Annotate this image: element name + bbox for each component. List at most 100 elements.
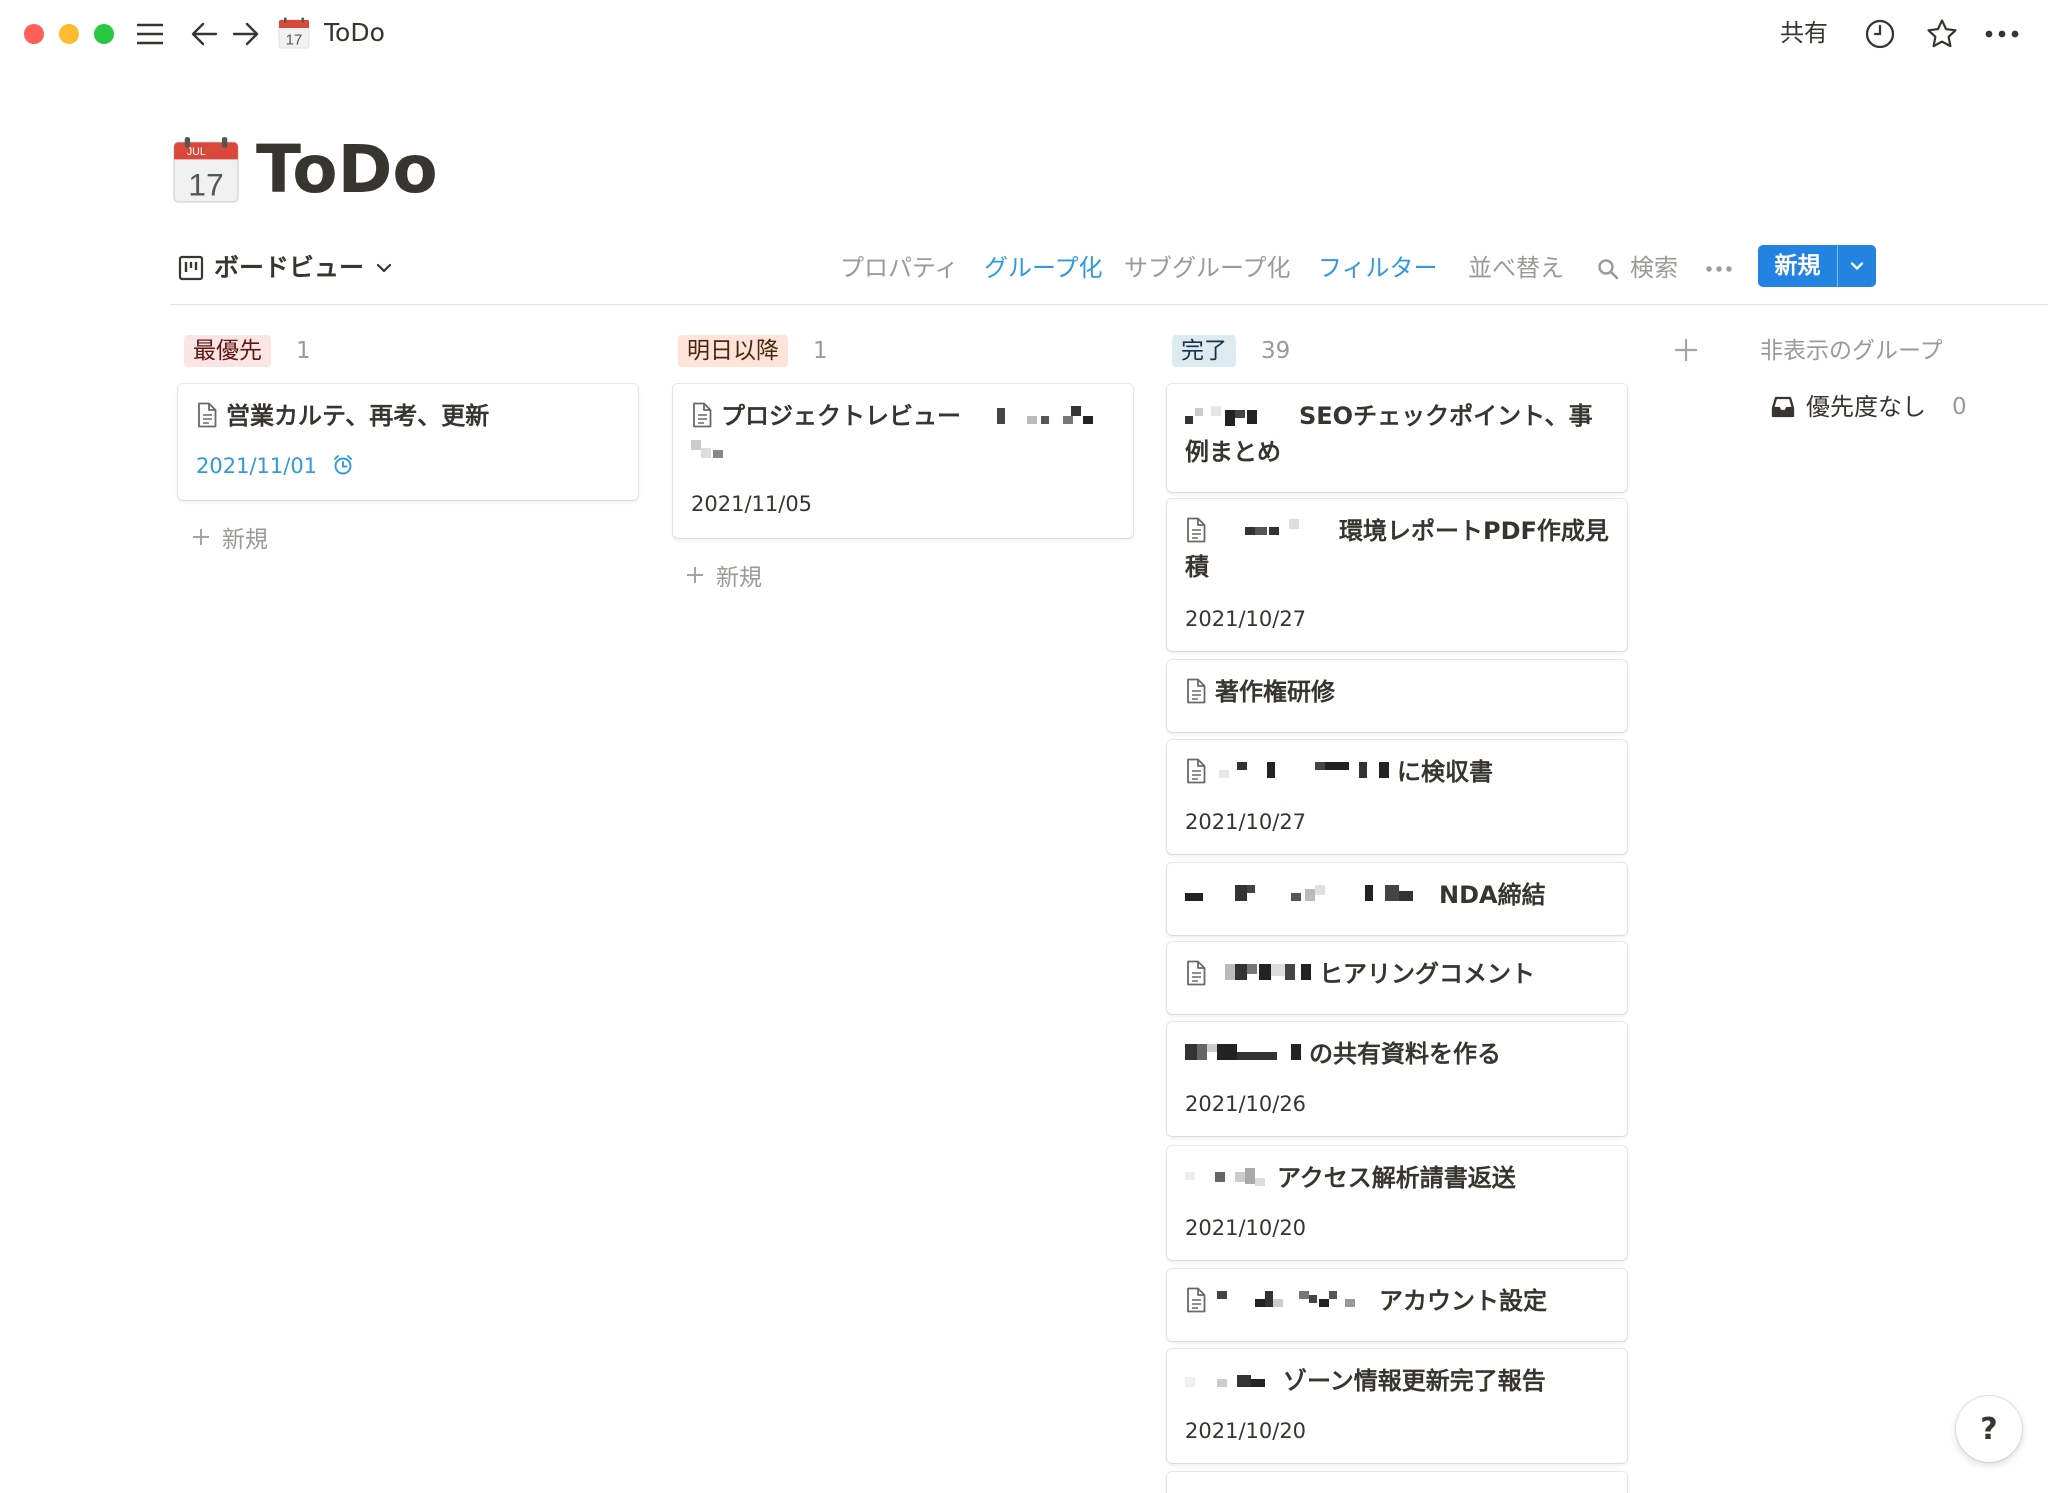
redacted-text	[997, 406, 1094, 424]
back-arrow-icon[interactable]	[186, 14, 222, 54]
help-button[interactable]: ?	[1956, 1396, 2022, 1462]
view-name: ボードビュー	[214, 253, 365, 282]
card-title-row: ゾーン情報更新完了報告	[1185, 1363, 1609, 1399]
properties-button[interactable]: プロパティ	[840, 251, 959, 285]
card-title-row: に検収書	[1185, 754, 1609, 790]
board-card[interactable]	[1167, 1472, 1627, 1493]
calendar-icon[interactable]: 17	[278, 16, 310, 50]
add-card-button[interactable]: 新規	[684, 558, 762, 592]
add-card-button[interactable]: 新規	[190, 520, 268, 554]
card-title: アカウント設定	[1379, 1287, 1547, 1315]
view-switcher[interactable]: ボードビュー	[178, 251, 394, 285]
title-bar: 17 ToDo 共有	[0, 0, 2048, 68]
card-title-row: プロジェクトレビュー	[691, 398, 1115, 470]
clock-icon[interactable]	[1860, 14, 1900, 54]
page-icon	[1185, 1287, 1207, 1313]
group-button[interactable]: グループ化	[984, 251, 1103, 285]
board-card[interactable]: プロジェクトレビュー 2021/11/05	[673, 384, 1133, 538]
group-count: 39	[1261, 338, 1291, 364]
card-title: アクセス解析請書返送	[1277, 1164, 1516, 1192]
page-title[interactable]: ToDo	[256, 130, 438, 210]
share-button[interactable]: 共有	[1780, 16, 1828, 50]
card-title: に検収書	[1397, 758, 1493, 786]
card-date: 2021/10/26	[1185, 1092, 1307, 1116]
breadcrumb-page-title[interactable]: ToDo	[324, 17, 385, 49]
add-group-plus-icon[interactable]	[1672, 336, 1700, 364]
board-card[interactable]: アカウント設定	[1167, 1269, 1627, 1341]
star-icon[interactable]	[1922, 14, 1962, 54]
board-card[interactable]: NDA締結	[1167, 863, 1627, 935]
column-header[interactable]: 最優先 1	[184, 334, 311, 368]
board-card[interactable]: ゾーン情報更新完了報告 2021/10/20	[1167, 1349, 1627, 1463]
redacted-text	[691, 440, 723, 458]
page-icon	[1185, 758, 1207, 784]
group-tag: 明日以降	[678, 335, 788, 367]
redacted-text	[1185, 885, 1413, 901]
board-card[interactable]: に検収書 2021/10/27	[1167, 740, 1627, 854]
group-count: 1	[296, 338, 311, 364]
svg-text:17: 17	[188, 167, 223, 203]
board-card[interactable]: SEOチェックポイント、事例まとめ	[1167, 384, 1627, 492]
redacted-text	[1245, 519, 1299, 535]
plus-icon	[684, 564, 706, 586]
sort-button[interactable]: 並べ替え	[1468, 251, 1564, 285]
redacted-text	[1185, 406, 1257, 426]
column-header[interactable]: 明日以降 1	[678, 334, 828, 368]
alarm-clock-icon	[333, 455, 352, 475]
more-options-icon[interactable]	[1704, 259, 1734, 279]
search-button[interactable]: 検索	[1630, 251, 1678, 285]
more-options-icon[interactable]	[1980, 14, 2024, 54]
page-icon	[196, 402, 218, 428]
redacted-text	[1225, 964, 1311, 980]
board-card[interactable]: 著作権研修	[1167, 660, 1627, 732]
window-minimize-button[interactable]	[59, 24, 79, 44]
hidden-group-item[interactable]: 優先度なし 0	[1770, 390, 1967, 424]
new-dropdown-button[interactable]	[1838, 245, 1876, 287]
new-button-group: 新規	[1758, 245, 1876, 287]
card-title: 営業カルテ、再考、更新	[226, 402, 490, 430]
page-icon	[1185, 517, 1207, 543]
plus-icon	[190, 526, 212, 548]
search-icon[interactable]	[1596, 257, 1620, 281]
card-date: 2021/10/27	[1185, 810, 1307, 834]
filter-button[interactable]: フィルター	[1318, 251, 1438, 285]
hidden-group-label: 優先度なし	[1806, 393, 1926, 421]
chevron-down-icon	[1850, 262, 1864, 270]
card-title-row: 著作権研修	[1185, 674, 1609, 710]
redacted-text	[1185, 1375, 1265, 1387]
card-title: ヒアリングコメント	[1319, 960, 1535, 988]
card-title: ゾーン情報更新完了報告	[1283, 1367, 1546, 1395]
forward-arrow-icon[interactable]	[228, 14, 264, 54]
subgroup-button[interactable]: サブグループ化	[1124, 251, 1291, 285]
board-card[interactable]: 営業カルテ、再考、更新 2021/11/01	[178, 384, 638, 500]
window-close-button[interactable]	[24, 24, 44, 44]
card-title-row: アカウント設定	[1185, 1283, 1609, 1319]
add-card-label: 新規	[222, 527, 268, 553]
board-card[interactable]: 環境レポートPDF作成見積 2021/10/27	[1167, 499, 1627, 651]
redacted-text	[1217, 1291, 1355, 1307]
column-header[interactable]: 完了 39	[1172, 334, 1290, 368]
card-title-row: NDA締結	[1185, 877, 1609, 913]
sidebar-menu-icon[interactable]	[132, 14, 168, 54]
inbox-icon	[1771, 396, 1795, 418]
window-zoom-button[interactable]	[94, 24, 114, 44]
redacted-text	[1219, 762, 1389, 778]
add-card-label: 新規	[716, 565, 762, 591]
page-icon	[1185, 678, 1207, 704]
card-title-row: アクセス解析請書返送	[1185, 1160, 1609, 1196]
view-toolbar: ボードビュー プロパティ グループ化 サブグループ化 フィルター 並べ替え 検索…	[170, 245, 2048, 305]
card-title: プロジェクトレビュー	[721, 402, 961, 430]
card-title: の共有資料を作る	[1309, 1040, 1501, 1068]
hidden-groups-title: 非表示のグループ	[1760, 338, 1943, 364]
page-calendar-icon[interactable]: JUL 17	[172, 136, 240, 204]
group-tag: 最優先	[184, 335, 271, 367]
card-date-row: 2021/11/01	[196, 452, 354, 480]
card-title-row: 環境レポートPDF作成見積	[1185, 513, 1609, 585]
new-button[interactable]: 新規	[1758, 245, 1838, 287]
card-date: 2021/11/01	[196, 454, 318, 478]
group-tag: 完了	[1172, 335, 1236, 367]
board-card[interactable]: ヒアリングコメント	[1167, 942, 1627, 1014]
board-card[interactable]: アクセス解析請書返送 2021/10/20	[1167, 1146, 1627, 1260]
chevron-down-icon	[376, 263, 392, 273]
board-card[interactable]: の共有資料を作る 2021/10/26	[1167, 1022, 1627, 1136]
